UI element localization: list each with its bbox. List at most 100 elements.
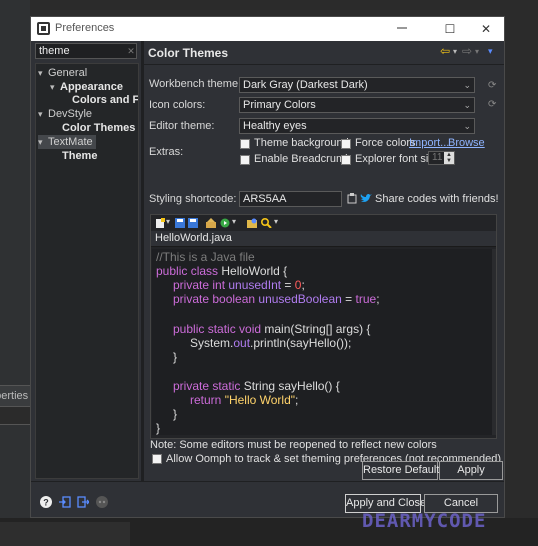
preview-tab-label: HelloWorld.java bbox=[155, 232, 232, 244]
background-panel-strip bbox=[0, 407, 30, 425]
reopen-note: Note: Some editors must be reopened to r… bbox=[150, 439, 437, 451]
header-separator bbox=[144, 64, 504, 65]
code-line-close-method: } bbox=[173, 407, 178, 421]
clipboard-icon[interactable] bbox=[347, 193, 357, 204]
back-menu-icon[interactable]: ▾ bbox=[453, 47, 457, 56]
new-file-icon[interactable] bbox=[155, 218, 166, 228]
maximize-button[interactable]: ☐ bbox=[435, 19, 465, 39]
share-codes-text[interactable]: Share codes with friends! bbox=[375, 193, 499, 205]
import-link[interactable]: Import... bbox=[409, 137, 449, 149]
styling-shortcode-field[interactable]: ARS5AA bbox=[239, 191, 342, 207]
debug-icon[interactable] bbox=[220, 218, 231, 228]
preferences-tree-pane: theme ✕ ▾ General ▾ Appearance Colors and … bbox=[31, 41, 141, 481]
tree-filter-input[interactable]: theme bbox=[35, 43, 137, 59]
tree-item-colors-and-fonts[interactable]: Colors and Fonts bbox=[72, 93, 139, 107]
code-line-class: public class HelloWorld { bbox=[156, 264, 288, 278]
open-type-icon[interactable] bbox=[247, 218, 258, 228]
tree-item-label: DevStyle bbox=[48, 108, 93, 120]
chevron-down-icon[interactable]: ▾ bbox=[38, 66, 48, 80]
spinner-arrows-icon[interactable]: ▲ ▼ bbox=[444, 152, 454, 164]
tree-item-label: Colors and Fonts bbox=[72, 94, 139, 106]
clear-filter-icon[interactable]: ✕ bbox=[126, 46, 136, 56]
tree-item-devstyle[interactable]: ▾ DevStyle bbox=[38, 107, 92, 121]
editor-theme-value: Healthy eyes bbox=[243, 120, 307, 132]
explorer-font-size-checkbox[interactable] bbox=[341, 155, 351, 165]
preferences-dialog: Preferences ☐ ✕ theme ✕ ▾ General ▾ Appear… bbox=[30, 16, 505, 518]
force-colors-label: Force colors bbox=[355, 137, 416, 149]
minimize-button[interactable] bbox=[387, 19, 417, 39]
icon-colors-select[interactable]: Primary Colors ⌄ bbox=[239, 97, 475, 113]
search-menu-icon[interactable]: ▾ bbox=[274, 217, 278, 226]
theme-background-label: Theme background bbox=[254, 137, 349, 149]
search-icon[interactable] bbox=[261, 218, 272, 228]
import-preferences-icon[interactable] bbox=[59, 496, 71, 508]
help-icon[interactable]: ? bbox=[40, 496, 52, 508]
workbench-theme-value: Dark Gray (Darkest Dark) bbox=[243, 79, 368, 91]
tree-item-label: TextMate bbox=[48, 136, 93, 148]
editor-theme-select[interactable]: Healthy eyes ⌄ bbox=[239, 118, 475, 134]
eclipse-app-icon bbox=[37, 22, 50, 35]
editor-theme-label: Editor theme: bbox=[149, 120, 215, 132]
tree-item-theme[interactable]: Theme bbox=[62, 149, 97, 163]
build-icon[interactable] bbox=[206, 218, 217, 228]
tree-item-textmate[interactable]: ▾ TextMate bbox=[38, 135, 96, 149]
background-bottom-panel bbox=[0, 522, 130, 546]
refresh-icon[interactable]: ⟳ bbox=[488, 81, 498, 91]
forward-menu-icon[interactable]: ▾ bbox=[475, 47, 479, 56]
apply-button[interactable]: Apply bbox=[439, 461, 503, 480]
code-scrollbar[interactable] bbox=[492, 249, 496, 435]
back-arrow-icon[interactable]: ⇦ bbox=[440, 44, 450, 58]
tree-item-appearance[interactable]: ▾ Appearance bbox=[50, 80, 123, 94]
debug-menu-icon[interactable]: ▾ bbox=[232, 217, 236, 226]
chevron-down-icon: ⌄ bbox=[463, 121, 471, 131]
refresh-icon[interactable]: ⟳ bbox=[488, 100, 498, 110]
code-line-field-int: private int unusedInt = 0; bbox=[173, 278, 305, 292]
chevron-down-icon[interactable]: ▾ bbox=[38, 135, 48, 149]
enable-breadcrumb-checkbox[interactable] bbox=[240, 155, 250, 165]
close-button[interactable]: ✕ bbox=[471, 19, 501, 39]
force-colors-checkbox[interactable] bbox=[341, 139, 351, 149]
styling-shortcode-label: Styling shortcode: bbox=[149, 193, 237, 205]
color-themes-page: Color Themes ⇦ ▾ ⇨ ▾ ▾ Workbench theme: … bbox=[144, 41, 504, 481]
properties-tab-label: Properties bbox=[0, 390, 29, 402]
forward-arrow-icon[interactable]: ⇨ bbox=[462, 44, 472, 58]
page-navigation: ⇦ ▾ ⇨ ▾ ▾ bbox=[440, 44, 504, 60]
oomph-checkbox[interactable] bbox=[152, 454, 162, 464]
minimize-icon bbox=[397, 27, 407, 29]
preview-editor-tab[interactable]: HelloWorld.java bbox=[151, 231, 496, 247]
background-ide-left bbox=[0, 0, 30, 546]
theme-background-checkbox[interactable] bbox=[240, 139, 250, 149]
chevron-down-icon: ⌄ bbox=[463, 100, 471, 110]
page-title: Color Themes bbox=[148, 46, 229, 60]
tree-item-color-themes[interactable]: Color Themes bbox=[62, 121, 135, 135]
code-line-sayhello: private static String sayHello() { bbox=[173, 379, 340, 393]
tree-item-label: Appearance bbox=[60, 81, 123, 93]
workbench-theme-label: Workbench theme: bbox=[149, 78, 242, 90]
code-line-comment: //This is a Java file bbox=[156, 250, 255, 264]
chevron-down-icon[interactable]: ▾ bbox=[50, 80, 60, 94]
restore-defaults-button[interactable]: Restore Defaults bbox=[362, 461, 445, 480]
code-line-println: System.out.println(sayHello()); bbox=[190, 336, 352, 350]
tree-item-label: Color Themes bbox=[62, 122, 136, 134]
workbench-theme-select[interactable]: Dark Gray (Darkest Dark) ⌄ bbox=[239, 77, 475, 93]
icon-colors-value: Primary Colors bbox=[243, 99, 316, 111]
save-all-icon[interactable] bbox=[188, 218, 199, 228]
browse-link[interactable]: Browse bbox=[448, 137, 485, 149]
code-line-return: return "Hello World"; bbox=[190, 393, 299, 407]
dialog-titlebar: Preferences ☐ ✕ bbox=[31, 17, 504, 41]
tree-item-general[interactable]: ▾ General bbox=[38, 66, 87, 80]
font-size-value: 11 bbox=[432, 152, 443, 163]
new-file-menu-icon[interactable]: ▾ bbox=[166, 217, 170, 226]
enable-breadcrumb-label: Enable Breadcrumb bbox=[254, 153, 352, 165]
watermark-logo: DEARMYCODE bbox=[362, 510, 487, 532]
oomph-icon[interactable] bbox=[96, 496, 108, 508]
view-menu-icon[interactable]: ▾ bbox=[488, 46, 493, 57]
explorer-font-size-spinner[interactable]: 11 ▲ ▼ bbox=[428, 151, 455, 165]
chevron-down-icon[interactable]: ▾ bbox=[38, 107, 48, 121]
export-preferences-icon[interactable] bbox=[77, 496, 89, 508]
editor-preview: ▾ ▾ ▾ HelloWorld.java //This is a Java f… bbox=[150, 214, 497, 439]
twitter-icon[interactable] bbox=[360, 193, 372, 204]
code-area: //This is a Java file public class Hello… bbox=[152, 249, 492, 435]
save-icon[interactable] bbox=[175, 218, 186, 228]
code-line-field-boolean: private boolean unusedBoolean = true; bbox=[173, 292, 380, 306]
